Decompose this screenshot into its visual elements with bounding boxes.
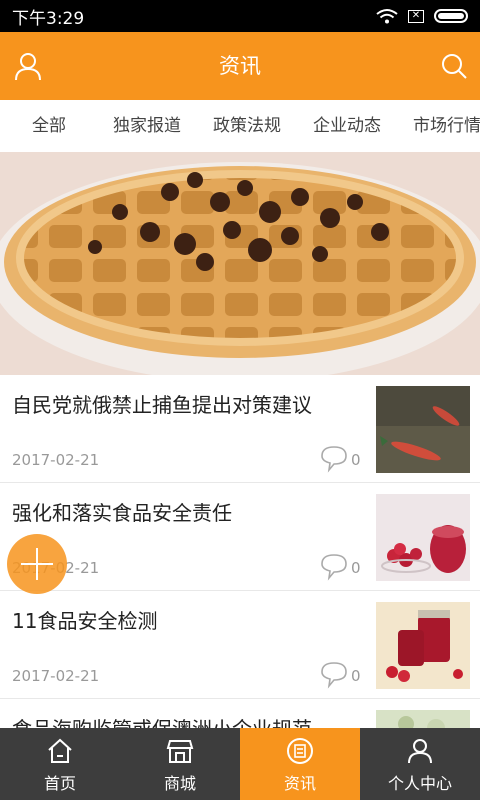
news-title: 自民党就俄禁止捕鱼提出对策建议	[12, 393, 312, 417]
nav-shop[interactable]: 商城	[120, 728, 240, 800]
shop-icon	[166, 740, 194, 763]
tab-market[interactable]: 市场行情	[413, 100, 480, 152]
bottom-nav: 首页 商城 资讯 个人中心	[0, 728, 480, 800]
nav-label: 首页	[43, 774, 76, 793]
status-bar: 下午3:29 ✕	[0, 0, 480, 32]
nav-label: 个人中心	[387, 774, 452, 793]
news-thumbnail	[376, 386, 470, 473]
nav-label: 商城	[163, 774, 196, 793]
status-time: 下午3:29	[12, 8, 85, 29]
home-icon	[48, 738, 72, 763]
app-header: 资讯	[0, 32, 480, 100]
news-title: 强化和落实食品安全责任	[12, 501, 232, 525]
nav-home[interactable]: 首页	[0, 728, 120, 800]
tab-exclusive[interactable]: 独家报道	[113, 100, 181, 152]
tab-all[interactable]: 全部	[32, 100, 66, 152]
tab-policy[interactable]: 政策法规	[213, 100, 281, 152]
wifi-icon	[376, 9, 398, 24]
news-item[interactable]: 强化和落实食品安全责任 2017-02-21 0	[0, 483, 480, 591]
sim-icon: ✕	[408, 9, 424, 23]
banner-image[interactable]	[0, 152, 480, 375]
news-date: 2017-02-21	[12, 667, 100, 685]
news-title: 11食品安全检测	[12, 609, 158, 633]
battery-icon	[434, 9, 468, 23]
search-icon[interactable]	[438, 50, 470, 82]
news-item[interactable]: 11食品安全检测 2017-02-21 0	[0, 591, 480, 699]
nav-news[interactable]: 资讯	[240, 728, 360, 800]
news-icon	[287, 738, 313, 764]
nav-label: 资讯	[283, 774, 316, 793]
comment-count: 0	[351, 559, 361, 577]
tab-company[interactable]: 企业动态	[313, 100, 381, 152]
news-item[interactable]: 自民党就俄禁止捕鱼提出对策建议 2017-02-21 0	[0, 375, 480, 483]
user-icon	[408, 739, 432, 764]
news-date: 2017-02-21	[12, 451, 100, 469]
comment-count: 0	[351, 451, 361, 469]
add-button[interactable]	[7, 534, 67, 594]
news-thumbnail	[376, 602, 470, 689]
nav-profile[interactable]: 个人中心	[360, 728, 480, 800]
news-thumbnail	[376, 494, 470, 581]
comment-count: 0	[351, 667, 361, 685]
category-tabs: 全部 独家报道 政策法规 企业动态 市场行情	[0, 100, 480, 152]
page-title: 资讯	[219, 54, 261, 78]
